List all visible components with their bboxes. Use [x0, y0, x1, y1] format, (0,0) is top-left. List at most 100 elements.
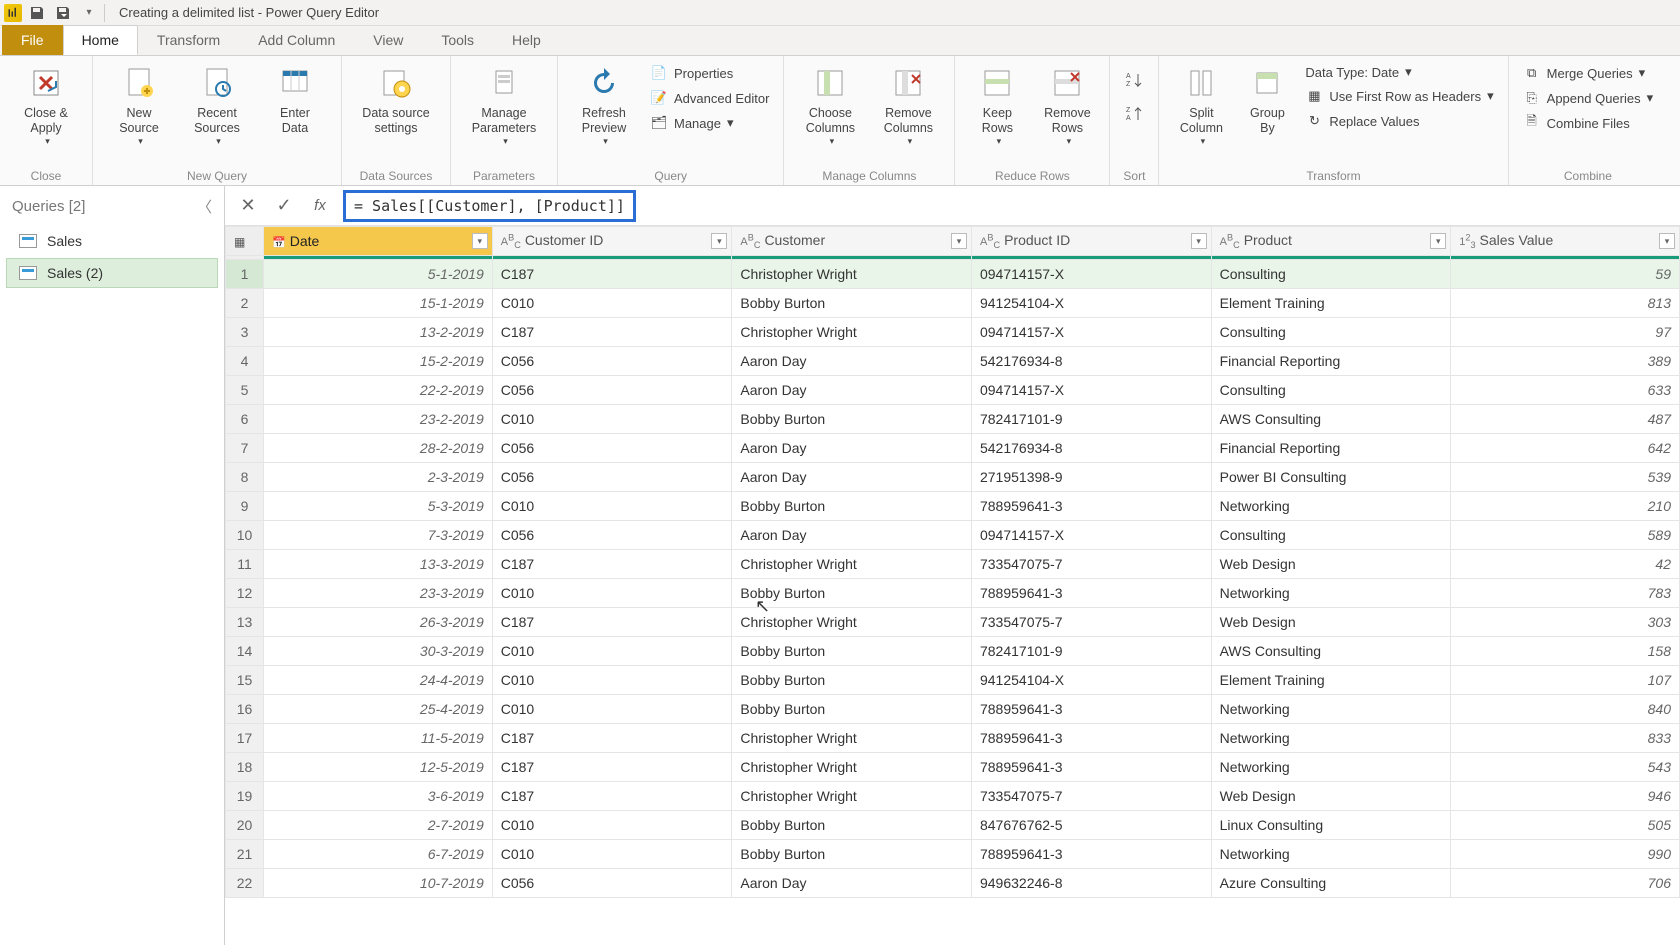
cell-customer[interactable]: Aaron Day [732, 434, 972, 463]
cell-date[interactable]: 30-3-2019 [264, 637, 493, 666]
cell-product[interactable]: Networking [1211, 753, 1451, 782]
tab-home[interactable]: Home [63, 25, 138, 55]
cell-prodid[interactable]: 941254104-X [971, 666, 1211, 695]
cell-custid[interactable]: C056 [492, 521, 732, 550]
cell-sales[interactable]: 487 [1451, 405, 1680, 434]
table-row[interactable]: 1326-3-2019C187Christopher Wright7335470… [226, 608, 1680, 637]
table-row[interactable]: 313-2-2019C187Christopher Wright09471415… [226, 318, 1680, 347]
cell-customer[interactable]: Aaron Day [732, 869, 972, 898]
row-number[interactable]: 8 [226, 463, 264, 492]
row-number[interactable]: 10 [226, 521, 264, 550]
table-row[interactable]: 522-2-2019C056Aaron Day094714157-XConsul… [226, 376, 1680, 405]
append-queries-button[interactable]: ⎘Append Queries ▾ [1519, 87, 1657, 109]
cell-product[interactable]: Financial Reporting [1211, 434, 1451, 463]
cell-sales[interactable]: 642 [1451, 434, 1680, 463]
cell-prodid[interactable]: 788959641-3 [971, 492, 1211, 521]
cell-date[interactable]: 24-4-2019 [264, 666, 493, 695]
column-header-sales[interactable]: 123Sales Value▾ [1451, 227, 1680, 256]
cell-date[interactable]: 23-3-2019 [264, 579, 493, 608]
cell-product[interactable]: Consulting [1211, 260, 1451, 289]
keep-rows-button[interactable]: Keep Rows▾ [965, 60, 1029, 147]
filter-dropdown-icon[interactable]: ▾ [472, 233, 488, 249]
choose-columns-button[interactable]: Choose Columns▾ [794, 60, 866, 147]
cell-product[interactable]: Networking [1211, 724, 1451, 753]
table-row[interactable]: 1812-5-2019C187Christopher Wright7889596… [226, 753, 1680, 782]
cell-date[interactable]: 2-7-2019 [264, 811, 493, 840]
cell-sales[interactable]: 107 [1451, 666, 1680, 695]
column-header-customer[interactable]: ABCCustomer▾ [732, 227, 972, 256]
cell-customer[interactable]: Bobby Burton [732, 579, 972, 608]
cell-custid[interactable]: C010 [492, 637, 732, 666]
formula-input[interactable]: = Sales[[Customer], [Product]] [343, 190, 636, 222]
cell-custid[interactable]: C010 [492, 492, 732, 521]
cell-date[interactable]: 10-7-2019 [264, 869, 493, 898]
row-number[interactable]: 22 [226, 869, 264, 898]
cell-date[interactable]: 23-2-2019 [264, 405, 493, 434]
tab-file[interactable]: File [2, 25, 63, 55]
cell-date[interactable]: 6-7-2019 [264, 840, 493, 869]
cell-customer[interactable]: Aaron Day [732, 521, 972, 550]
tab-help[interactable]: Help [493, 25, 560, 55]
row-number[interactable]: 11 [226, 550, 264, 579]
cell-product[interactable]: Azure Consulting [1211, 869, 1451, 898]
cell-product[interactable]: Networking [1211, 840, 1451, 869]
data-source-settings-button[interactable]: Data source settings [352, 60, 440, 136]
cell-custid[interactable]: C056 [492, 376, 732, 405]
column-header-product[interactable]: ABCProduct▾ [1211, 227, 1451, 256]
cell-custid[interactable]: C187 [492, 318, 732, 347]
row-number[interactable]: 5 [226, 376, 264, 405]
manage-parameters-button[interactable]: Manage Parameters▾ [461, 60, 547, 147]
cell-custid[interactable]: C187 [492, 550, 732, 579]
sort-desc-button[interactable]: ZA [1120, 100, 1148, 128]
cell-custid[interactable]: C056 [492, 869, 732, 898]
cell-customer[interactable]: Bobby Burton [732, 695, 972, 724]
cell-prodid[interactable]: 733547075-7 [971, 608, 1211, 637]
cell-date[interactable]: 5-1-2019 [264, 260, 493, 289]
split-column-button[interactable]: Split Column▾ [1169, 60, 1233, 147]
row-number[interactable]: 19 [226, 782, 264, 811]
datatype-button[interactable]: Data Type: Date ▾ [1301, 62, 1497, 82]
cell-customer[interactable]: Christopher Wright [732, 318, 972, 347]
cell-prodid[interactable]: 788959641-3 [971, 840, 1211, 869]
cell-custid[interactable]: C187 [492, 260, 732, 289]
cell-date[interactable]: 15-2-2019 [264, 347, 493, 376]
cell-prodid[interactable]: 782417101-9 [971, 405, 1211, 434]
row-number[interactable]: 13 [226, 608, 264, 637]
cell-custid[interactable]: C010 [492, 811, 732, 840]
filter-dropdown-icon[interactable]: ▾ [951, 233, 967, 249]
cell-date[interactable]: 3-6-2019 [264, 782, 493, 811]
cell-custid[interactable]: C187 [492, 724, 732, 753]
cell-date[interactable]: 15-1-2019 [264, 289, 493, 318]
column-header-date[interactable]: 📅Date▾ [264, 227, 493, 256]
table-row[interactable]: 193-6-2019C187Christopher Wright73354707… [226, 782, 1680, 811]
cell-prodid[interactable]: 542176934-8 [971, 434, 1211, 463]
query-item-sales[interactable]: Sales [6, 226, 218, 256]
cell-customer[interactable]: Bobby Burton [732, 289, 972, 318]
cell-sales[interactable]: 97 [1451, 318, 1680, 347]
row-number[interactable]: 4 [226, 347, 264, 376]
table-row[interactable]: 95-3-2019C010Bobby Burton788959641-3Netw… [226, 492, 1680, 521]
cell-custid[interactable]: C010 [492, 289, 732, 318]
table-row[interactable]: 623-2-2019C010Bobby Burton782417101-9AWS… [226, 405, 1680, 434]
table-row[interactable]: 215-1-2019C010Bobby Burton941254104-XEle… [226, 289, 1680, 318]
row-number[interactable]: 1 [226, 260, 264, 289]
cell-date[interactable]: 28-2-2019 [264, 434, 493, 463]
cell-date[interactable]: 5-3-2019 [264, 492, 493, 521]
cell-sales[interactable]: 59 [1451, 260, 1680, 289]
cell-prodid[interactable]: 271951398-9 [971, 463, 1211, 492]
cell-sales[interactable]: 303 [1451, 608, 1680, 637]
cell-customer[interactable]: Christopher Wright [732, 260, 972, 289]
cell-prodid[interactable]: 788959641-3 [971, 753, 1211, 782]
cell-customer[interactable]: Christopher Wright [732, 782, 972, 811]
row-number[interactable]: 2 [226, 289, 264, 318]
filter-dropdown-icon[interactable]: ▾ [711, 233, 727, 249]
cell-customer[interactable]: Bobby Burton [732, 492, 972, 521]
cell-product[interactable]: AWS Consulting [1211, 637, 1451, 666]
cell-date[interactable]: 25-4-2019 [264, 695, 493, 724]
column-header-prodid[interactable]: ABCProduct ID▾ [971, 227, 1211, 256]
cell-sales[interactable]: 833 [1451, 724, 1680, 753]
table-row[interactable]: 1625-4-2019C010Bobby Burton788959641-3Ne… [226, 695, 1680, 724]
cell-customer[interactable]: Bobby Burton [732, 666, 972, 695]
cell-custid[interactable]: C056 [492, 463, 732, 492]
cell-prodid[interactable]: 949632246-8 [971, 869, 1211, 898]
